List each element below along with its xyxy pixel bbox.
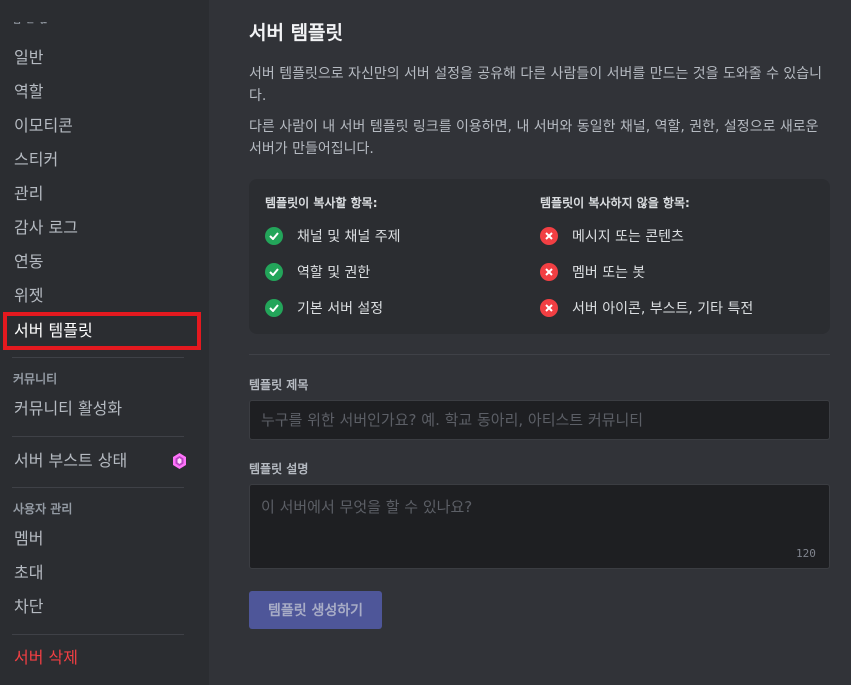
sidebar-divider [12,436,184,437]
template-info-box: 템플릿이 복사할 항목: 템플릿이 복사하지 않을 항목: 채널 및 채널 주제… [249,179,830,334]
check-icon [265,299,283,317]
not-copied-item-label: 서버 아이콘, 부스트, 기타 특전 [572,301,754,317]
page-description-secondary: 다른 사람이 내 서버 템플릿 링크를 이용하면, 내 서버와 동일한 채널, … [249,119,819,157]
sidebar-item-widget[interactable]: 위젯 [14,284,43,308]
check-icon [265,263,283,281]
sidebar-item-server-boost-status[interactable]: 서버 부스트 상태 [14,449,127,473]
not-copied-item-label: 멤버 또는 봇 [572,265,646,281]
check-icon [265,227,283,245]
not-copied-item: 메시지 또는 콘텐츠 [540,225,684,247]
sidebar-item-invites[interactable]: 초대 [14,561,43,585]
not-copied-item-label: 메시지 또는 콘텐츠 [572,229,684,245]
create-template-button[interactable]: 템플릿 생성하기 [249,591,382,629]
sidebar-item-emoji[interactable]: 이모티콘 [14,114,73,138]
sidebar-divider [12,634,184,635]
not-copied-items-title: 템플릿이 복사하지 않을 항목: [540,196,690,210]
template-name-input[interactable] [249,400,830,440]
selected-item-highlight [3,312,201,350]
char-counter: 120 [796,547,816,560]
not-copied-item: 서버 아이콘, 부스트, 기타 특전 [540,297,753,319]
sidebar-divider [12,357,184,358]
not-copied-item: 멤버 또는 봇 [540,261,645,283]
copied-item-label: 채널 및 채널 주제 [297,229,401,245]
settings-sidebar: ᄆᄂᄋᄅ 일반 역할 이모티콘 스티커 관리 감사 로그 연동 위젯 서버 템플… [0,0,209,685]
page-description: 서버 템플릿으로 자신만의 서버 설정을 공유해 다른 사람들이 서버를 만드는… [249,66,823,104]
sidebar-item-general[interactable]: 일반 [14,46,43,70]
sidebar-item-stickers[interactable]: 스티커 [14,148,58,172]
copied-item-label: 역할 및 권한 [297,265,371,281]
sidebar-item-delete-server[interactable]: 서버 삭제 [14,646,78,670]
copied-item: 역할 및 권한 [265,261,370,283]
copied-item-label: 기본 서버 설정 [297,301,384,317]
sidebar-divider [12,487,184,488]
sidebar-item-enable-community[interactable]: 커뮤니티 활성화 [14,397,122,421]
page-title: 서버 템플릿 [249,22,344,44]
template-description-input[interactable] [249,484,830,569]
sidebar-item-audit-log[interactable]: 감사 로그 [14,216,78,240]
copied-item: 기본 서버 설정 [265,297,383,319]
template-description-label: 템플릿 설명 [249,462,309,476]
sidebar-header-user-management: 사용자 관리 [13,502,73,516]
sidebar-section-header: ᄆᄂᄋᄅ [13,22,53,30]
sidebar-item-members[interactable]: 멤버 [14,527,43,551]
sidebar-header-community: 커뮤니티 [13,372,58,386]
copied-items-title: 템플릿이 복사할 항목: [265,196,378,210]
server-template-page: 서버 템플릿 서버 템플릿으로 자신만의 서버 설정을 공유해 다른 사람들이 … [209,0,851,685]
boost-gem-icon [173,453,186,469]
template-name-label: 템플릿 제목 [249,378,309,392]
sidebar-item-moderation[interactable]: 관리 [14,182,43,206]
copied-item: 채널 및 채널 주제 [265,225,401,247]
sidebar-item-roles[interactable]: 역할 [14,80,43,104]
x-icon [540,263,558,281]
section-divider [249,354,830,355]
sidebar-item-integrations[interactable]: 연동 [14,250,43,274]
sidebar-item-bans[interactable]: 차단 [14,595,43,619]
x-icon [540,299,558,317]
x-icon [540,227,558,245]
